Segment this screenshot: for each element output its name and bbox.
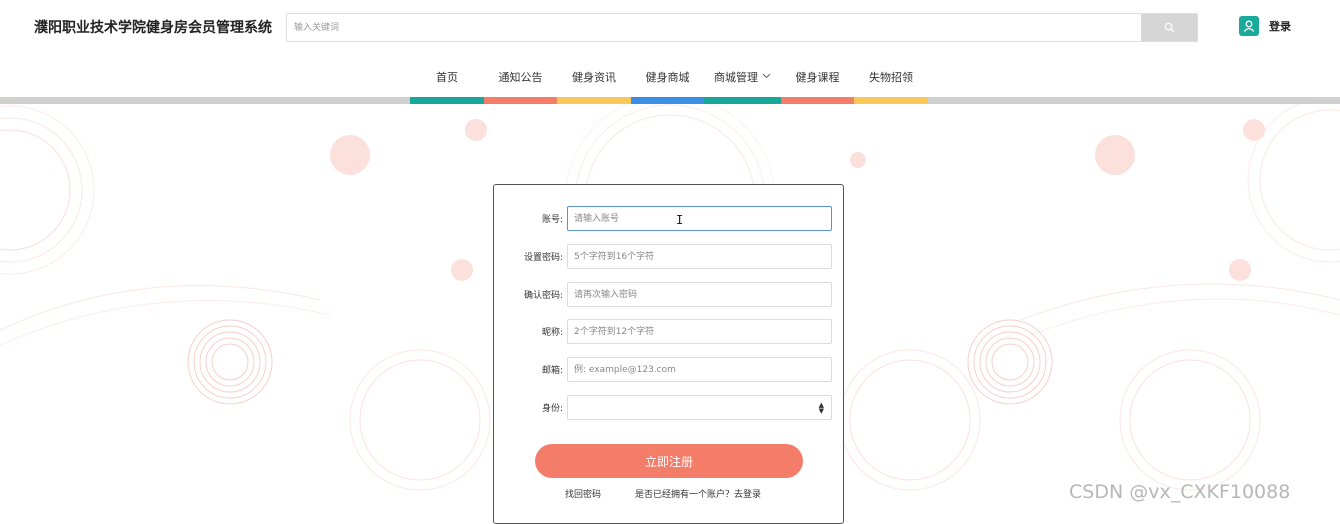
- nav-item-fitness-news[interactable]: 健身资讯: [557, 56, 631, 97]
- form-row-nickname: 昵称:: [494, 319, 845, 344]
- nav-color-segment: [410, 97, 484, 104]
- confirm-password-input[interactable]: [567, 282, 832, 307]
- text-cursor-icon: I: [676, 213, 684, 227]
- form-row-identity: 身份: ▲ ▼: [494, 395, 845, 420]
- email-input[interactable]: [567, 357, 832, 382]
- form-row-email: 邮箱:: [494, 357, 845, 382]
- form-row-confirm-password: 确认密码:: [494, 282, 845, 307]
- form-row-password: 设置密码:: [494, 244, 845, 269]
- nav-item-notices[interactable]: 通知公告: [484, 56, 557, 97]
- nickname-input[interactable]: [567, 319, 832, 344]
- login-button[interactable]: 登录: [1239, 16, 1291, 36]
- go-login-link[interactable]: 是否已经拥有一个账户？去登录: [635, 487, 761, 500]
- search-bar: [286, 13, 1198, 42]
- nav-item-fitness-courses[interactable]: 健身课程: [781, 56, 854, 97]
- user-icon: [1239, 16, 1259, 36]
- search-icon: [1164, 22, 1174, 33]
- password-input[interactable]: [567, 244, 832, 269]
- nav-color-bar: [0, 97, 1340, 104]
- nav-item-shop-management[interactable]: 商城管理: [704, 56, 781, 97]
- top-header: 濮阳职业技术学院健身房会员管理系统 登录: [0, 0, 1340, 56]
- nav-item-label: 健身商城: [645, 70, 690, 84]
- search-button[interactable]: [1141, 14, 1197, 41]
- register-button[interactable]: 立即注册: [535, 444, 803, 478]
- nav-color-segment: [557, 97, 631, 104]
- search-input[interactable]: [287, 14, 1143, 41]
- nav-color-segment: [484, 97, 557, 104]
- identity-select[interactable]: ▲ ▼: [567, 395, 832, 420]
- site-title: 濮阳职业技术学院健身房会员管理系统: [34, 20, 272, 36]
- identity-label: 身份:: [541, 404, 563, 414]
- nav-item-label: 健身资讯: [572, 70, 616, 84]
- nav-item-label: 首页: [436, 70, 458, 84]
- nav-item-label: 健身课程: [795, 70, 840, 84]
- nav-color-segment: [631, 97, 704, 104]
- nav-item-label: 通知公告: [498, 70, 543, 84]
- nav-item-lost-and-found[interactable]: 失物招领: [854, 56, 928, 97]
- register-form: 账号: 设置密码: 确认密码: 昵称: 邮箱: 身份: ▲▼ 立即注册 找回密码…: [493, 184, 844, 524]
- nav-item-label: 失物招领: [869, 70, 913, 84]
- forgot-password-link[interactable]: 找回密码: [565, 487, 601, 500]
- nav-color-segment: [704, 97, 781, 104]
- select-arrows-icon: ▲ ▼: [818, 401, 824, 415]
- login-label: 登录: [1269, 20, 1291, 33]
- nav-color-segment: [781, 97, 854, 104]
- nav-item-label: 商城管理: [714, 70, 758, 84]
- nav-item-home[interactable]: 首页: [410, 56, 484, 97]
- form-links: 找回密码 是否已经拥有一个账户？去登录: [494, 487, 845, 501]
- account-label: 账号:: [541, 215, 563, 225]
- nav-item-fitness-shop[interactable]: 健身商城: [631, 56, 704, 97]
- confirm-password-label: 确认密码:: [523, 291, 563, 301]
- main-nav: 首页 通知公告 健身资讯 健身商城 商城管理 健身课程 失物招领: [0, 56, 1340, 97]
- watermark: CSDN @vx_CXKF10088: [1069, 481, 1291, 503]
- password-label: 设置密码:: [523, 253, 563, 263]
- email-label: 邮箱:: [541, 366, 563, 376]
- nav-color-segment: [854, 97, 928, 104]
- account-input[interactable]: [567, 206, 832, 231]
- chevron-down-icon: [762, 72, 771, 81]
- nickname-label: 昵称:: [541, 328, 563, 338]
- form-row-account: 账号:: [494, 206, 845, 231]
